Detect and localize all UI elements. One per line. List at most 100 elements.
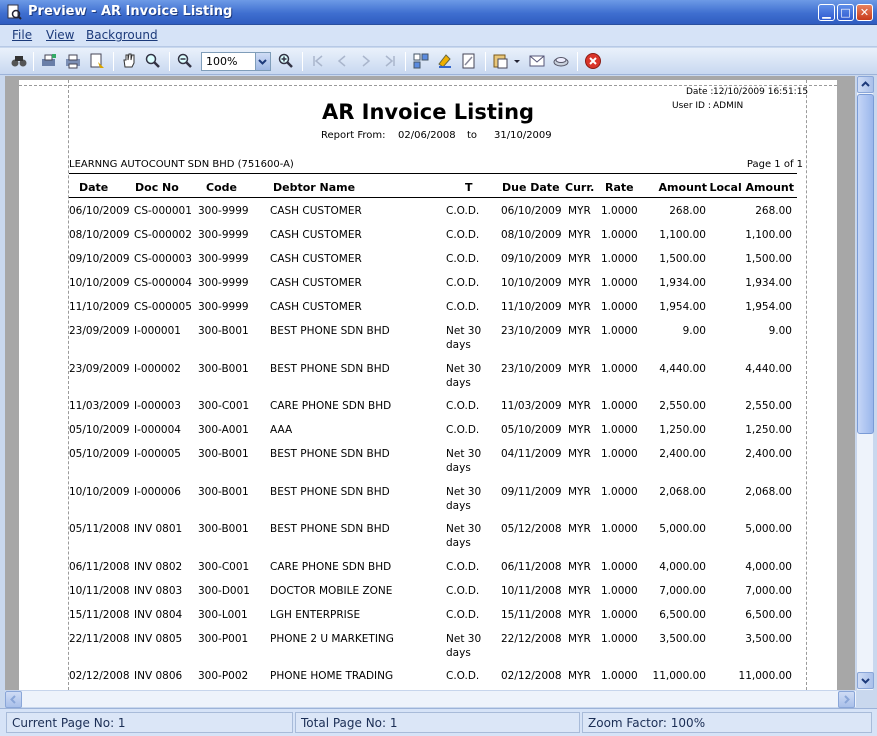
table-cell: BEST PHONE SDN BHD (270, 325, 390, 337)
table-cell: 1,934.00 (745, 277, 792, 289)
multi-page-icon[interactable] (412, 52, 430, 70)
table-cell: C.O.D. (446, 670, 480, 682)
table-cell: BEST PHONE SDN BHD (270, 523, 390, 535)
column-header: Date (79, 181, 109, 194)
next-page-icon[interactable] (357, 52, 375, 70)
table-cell: 300-B001 (198, 448, 249, 460)
table-cell: 1,250.00 (659, 424, 706, 436)
print-icon[interactable] (64, 52, 82, 70)
menu-file[interactable]: File (12, 28, 32, 42)
minimize-button[interactable]: ▁ (818, 4, 835, 21)
find-icon[interactable] (10, 52, 28, 70)
table-cell: 2,550.00 (659, 400, 706, 412)
table-cell: 9.00 (768, 325, 792, 337)
table-cell: CASH CUSTOMER (270, 301, 362, 313)
table-cell: 7,000.00 (745, 584, 792, 597)
print-setup-icon[interactable] (40, 52, 58, 70)
scroll-right-button[interactable] (838, 691, 855, 708)
table-cell: 08/10/2009 (501, 229, 562, 241)
table-cell: MYR (568, 205, 591, 217)
table-cell: MYR (568, 229, 591, 241)
table-cell: MYR (568, 301, 591, 313)
table-cell: 09/10/2009 (69, 253, 130, 265)
magnifier-icon[interactable] (144, 52, 162, 70)
menu-background[interactable]: Background (86, 28, 158, 42)
horizontal-scrollbar[interactable] (5, 690, 856, 708)
table-cell: 22/12/2008 (501, 632, 562, 645)
page-color-icon[interactable] (436, 52, 454, 70)
export-icon[interactable] (492, 52, 510, 70)
first-page-icon[interactable] (309, 52, 327, 70)
close-button[interactable]: ✕ (856, 4, 873, 21)
zoom-factor-status: Zoom Factor: 100% (582, 712, 872, 733)
table-cell: DOCTOR MOBILE ZONE (270, 584, 393, 597)
zoom-select[interactable]: 100% (201, 52, 271, 71)
table-cell: 4,440.00 (659, 362, 706, 375)
column-header: Code (206, 181, 237, 194)
menu-view[interactable]: View (46, 28, 74, 42)
table-cell: BEST PHONE SDN BHD (270, 448, 390, 460)
table-cell: 10/10/2009 (69, 485, 130, 498)
table-cell: PHONE HOME TRADING (270, 670, 394, 682)
table-cell: CS-000001 (134, 205, 192, 217)
user-value: ADMIN (713, 101, 744, 111)
open-document-icon[interactable] (552, 52, 570, 70)
menu-bar: File View Background (0, 25, 877, 47)
vertical-scroll-thumb[interactable] (857, 94, 874, 434)
column-header: Debtor Name (273, 181, 356, 194)
hand-tool-icon[interactable] (120, 52, 138, 70)
zoom-in-icon[interactable] (277, 52, 295, 70)
table-cell: INV 0806 (134, 670, 183, 682)
table-cell: 5,000.00 (659, 523, 706, 535)
table-cell: 300-P002 (198, 670, 249, 682)
table-cell: 06/11/2008 (69, 560, 130, 573)
date-label: Date : (686, 87, 714, 97)
table-cell: 11/03/2009 (69, 400, 130, 412)
table-cell: I-000003 (134, 400, 181, 412)
table-cell: 300-C001 (198, 400, 250, 412)
scroll-down-button[interactable] (857, 672, 874, 689)
table-cell: 268.00 (755, 205, 792, 217)
table-cell: 15/11/2008 (69, 608, 130, 621)
scroll-up-button[interactable] (857, 76, 874, 93)
watermark-icon[interactable] (460, 52, 478, 70)
table-cell: BEST PHONE SDN BHD (270, 362, 390, 375)
previous-page-icon[interactable] (333, 52, 351, 70)
zoom-out-icon[interactable] (176, 52, 194, 70)
table-cell: 1,934.00 (659, 277, 706, 289)
table-cell: CS-000005 (134, 301, 192, 313)
window-title: Preview - AR Invoice Listing (28, 4, 233, 19)
chevron-down-icon[interactable] (255, 53, 270, 70)
scroll-left-button[interactable] (5, 691, 22, 708)
last-page-icon[interactable] (381, 52, 399, 70)
table-cell: CS-000003 (134, 253, 192, 265)
table-cell: 300-9999 (198, 253, 249, 265)
close-preview-icon[interactable] (584, 52, 602, 70)
table-cell: 10/11/2008 (501, 584, 562, 597)
page-setup-icon[interactable] (88, 52, 106, 70)
maximize-button[interactable]: □ (837, 4, 854, 21)
table-cell: 11/10/2009 (69, 301, 130, 313)
table-cell: Net 30 days (446, 362, 482, 389)
table-cell: Net 30 days (446, 632, 482, 659)
table-cell: 300-B001 (198, 485, 249, 498)
table-cell: 05/12/2008 (501, 523, 562, 535)
table-cell: 300-A001 (198, 424, 249, 436)
table-cell: C.O.D. (446, 560, 480, 573)
table-cell: 7,000.00 (659, 584, 706, 597)
export-dropdown-icon[interactable] (512, 52, 522, 70)
table-cell: 11/10/2009 (501, 301, 562, 313)
table-cell: BEST PHONE SDN BHD (270, 485, 390, 498)
table-cell: C.O.D. (446, 584, 480, 597)
table-cell: 9.00 (682, 325, 706, 337)
table-cell: 4,000.00 (745, 560, 792, 573)
table-cell: 05/10/2009 (501, 424, 562, 436)
table-cell: I-000004 (134, 424, 181, 436)
email-icon[interactable] (528, 52, 546, 70)
table-cell: C.O.D. (446, 253, 480, 265)
table-cell: CS-000002 (134, 229, 192, 241)
status-bar: Current Page No: 1 Total Page No: 1 Zoom… (0, 708, 877, 736)
vertical-scrollbar[interactable] (856, 76, 874, 690)
table-cell: MYR (568, 424, 591, 436)
table-cell: AAA (270, 424, 293, 436)
